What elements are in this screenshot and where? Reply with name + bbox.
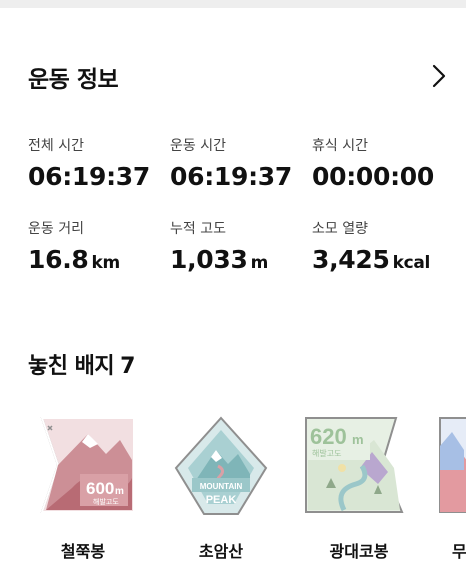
badge-name: 광대코봉	[329, 542, 389, 561]
workout-info-header[interactable]: 운동 정보	[28, 58, 450, 94]
workout-info-title: 운동 정보	[28, 67, 119, 93]
top-divider	[0, 0, 466, 8]
stat-value: 00:00:00	[312, 162, 434, 191]
stat-value: 06:19:37	[28, 162, 150, 191]
mountain-620m-badge-icon: 620 m 해발고도	[305, 417, 404, 513]
stat-elevation-gain: 누적 고도 1,033 m	[170, 219, 310, 274]
badge-altitude: 600	[86, 479, 114, 498]
badge-name: 초암산	[198, 542, 244, 561]
mountain-badge-icon	[439, 417, 466, 513]
badge-partial[interactable]: 무	[438, 410, 466, 575]
stat-unit: m	[250, 253, 269, 273]
mountain-peak-badge-icon: MOUNTAIN PEAK	[174, 416, 268, 515]
badge-cheoljjukbong[interactable]: 600 m 해발고도 철쭉봉	[28, 410, 138, 575]
badge-name: 철쭉봉	[60, 542, 106, 561]
badge-line1: MOUNTAIN	[200, 482, 243, 491]
stat-unit: km	[91, 253, 120, 273]
stat-distance: 운동 거리 16.8 km	[28, 219, 168, 274]
stat-label: 누적 고도	[170, 221, 226, 237]
badge-line2: PEAK	[206, 494, 237, 506]
stat-label: 전체 시간	[28, 138, 84, 154]
missed-badges-count: 7	[120, 354, 135, 379]
missed-badges-title: 놓친 배지 7	[28, 348, 141, 380]
badge-choamsan[interactable]: MOUNTAIN PEAK 초암산	[166, 410, 276, 575]
stat-label: 소모 열량	[312, 221, 368, 237]
stat-calories: 소모 열량 3,425 kcal	[312, 219, 452, 274]
missed-badges-label: 놓친 배지	[28, 354, 115, 379]
badge-unit: m	[115, 486, 124, 497]
badge-sublabel: 해발고도	[312, 448, 341, 458]
mountain-600m-badge-icon: 600 m 해발고도	[40, 417, 135, 513]
stat-value: 06:19:37	[170, 162, 292, 191]
badge-sublabel: 해발고도	[93, 497, 119, 506]
stat-total-time: 전체 시간 06:19:37	[28, 136, 168, 191]
stat-rest-time: 휴식 시간 00:00:00	[312, 136, 452, 191]
stat-label: 휴식 시간	[312, 138, 368, 154]
stat-value: 3,425 kcal	[312, 245, 431, 274]
badge-unit: m	[352, 432, 364, 447]
stat-value: 1,033 m	[170, 245, 269, 274]
stat-unit: kcal	[392, 253, 431, 273]
stat-value: 16.8 km	[28, 245, 120, 274]
stat-exercise-time: 운동 시간 06:19:37	[170, 136, 310, 191]
chevron-right-icon[interactable]	[428, 62, 450, 90]
badge-altitude: 620	[310, 424, 347, 449]
stat-label: 운동 거리	[28, 221, 84, 237]
badge-gwangdaekobong[interactable]: 620 m 해발고도 광대코봉	[304, 410, 414, 575]
badge-name: 무	[452, 542, 466, 561]
stat-label: 운동 시간	[170, 138, 226, 154]
